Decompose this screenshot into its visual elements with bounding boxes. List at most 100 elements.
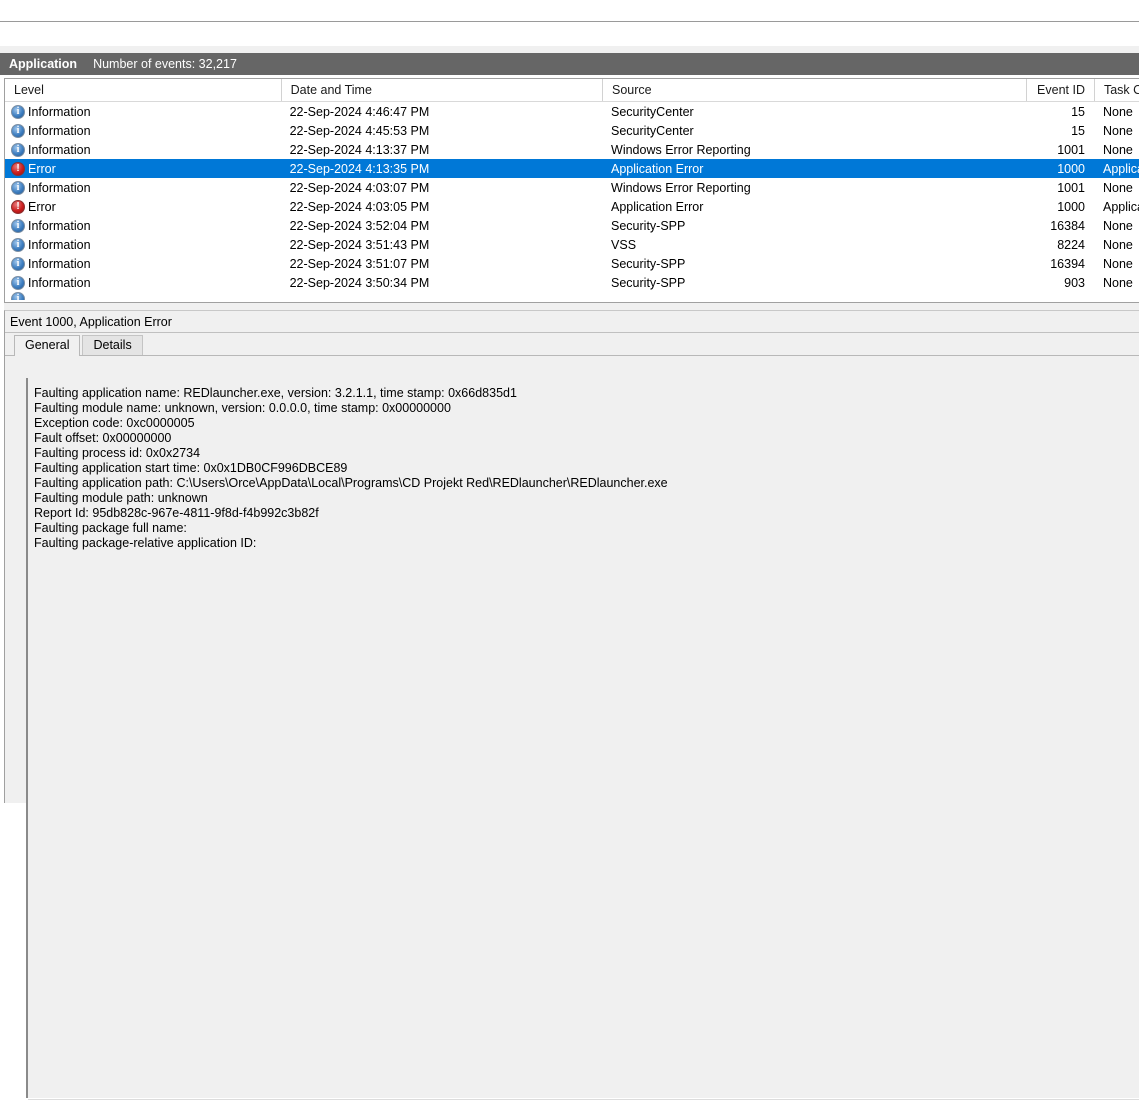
level-label: Information [28, 218, 91, 233]
table-row-partial[interactable] [5, 292, 1139, 300]
detail-line: Faulting application path: C:\Users\Orce… [34, 476, 668, 490]
table-row[interactable]: Error 22-Sep-2024 4:13:35 PM Application E… [5, 159, 1139, 178]
event-detail-title: Event 1000, Application Error [5, 311, 1139, 333]
cell-task-category: None [1103, 218, 1133, 233]
cell-level: Error [5, 199, 281, 214]
cell-event-id: 15 [1071, 104, 1085, 119]
detail-line: Faulting module name: unknown, version: … [34, 401, 451, 415]
cell-event-id: 1000 [1057, 199, 1085, 214]
cell-event-id: 1001 [1057, 142, 1085, 157]
cell-task-category: None [1103, 180, 1133, 195]
error-icon [11, 161, 25, 176]
cell-task-category: None [1103, 275, 1133, 290]
information-icon [11, 292, 25, 300]
events-column-header-row: LevelDate and TimeSourceEvent IDTask Cat [5, 79, 1139, 102]
cell-task-category: None [1103, 123, 1133, 138]
column-header-source[interactable]: Source [602, 79, 1026, 101]
log-name-label: Application [9, 57, 78, 71]
level-label: Information [28, 275, 91, 290]
table-row[interactable]: Information 22-Sep-2024 4:46:47 PM Securit… [5, 102, 1139, 121]
cell-level: Information [5, 142, 281, 157]
event-count-label: Number of events: 32,217 [93, 57, 237, 71]
cell-source: SecurityCenter [611, 104, 694, 119]
cell-task-category: None [1103, 237, 1133, 252]
detail-line: Faulting package full name: [34, 521, 187, 535]
cell-source: Security-SPP [611, 256, 686, 271]
table-row[interactable]: Information 22-Sep-2024 4:45:53 PM Securit… [5, 121, 1139, 140]
log-header-bar: Application Number of events: 32,217 [0, 53, 1139, 75]
top-toolbar-band [0, 0, 1139, 22]
level-label: Information [28, 237, 91, 252]
cell-event-id: 8224 [1057, 237, 1085, 252]
cell-datetime: 22-Sep-2024 3:50:34 PM [289, 275, 430, 290]
cell-event-id: 1001 [1057, 180, 1085, 195]
cell-event-id: 16384 [1050, 218, 1085, 233]
event-detail-text[interactable]: Faulting application name: REDlauncher.e… [26, 378, 1139, 1098]
table-row[interactable]: Information 22-Sep-2024 4:03:07 PM Windows… [5, 178, 1139, 197]
information-icon [11, 275, 25, 290]
detail-line: Faulting package-relative application ID… [34, 536, 257, 550]
cell-event-id: 15 [1071, 123, 1085, 138]
cell-source: Application Error [611, 199, 704, 214]
cell-level: Information [5, 180, 281, 195]
cell-event-id: 1000 [1057, 161, 1085, 176]
tab-details[interactable]: Details [82, 335, 143, 356]
horizontal-splitter[interactable] [4, 302, 1139, 310]
table-row[interactable]: Information 22-Sep-2024 3:51:07 PM Securit… [5, 254, 1139, 273]
table-row[interactable]: Information 22-Sep-2024 3:51:43 PM VSS 8224… [5, 235, 1139, 254]
tab-general[interactable]: General [14, 335, 81, 356]
cell-level: Information [5, 104, 281, 119]
level-label: Information [28, 104, 91, 119]
table-row[interactable]: Information 22-Sep-2024 3:50:34 PM Securit… [5, 273, 1139, 292]
detail-line: Faulting application start time: 0x0x1DB… [34, 461, 348, 475]
cell-source: Windows Error Reporting [611, 142, 751, 157]
detail-tab-strip[interactable]: General Details [5, 333, 1139, 356]
cell-event-id: 16394 [1050, 256, 1085, 271]
cell-datetime: 22-Sep-2024 4:45:53 PM [289, 123, 430, 138]
cell-source: Windows Error Reporting [611, 180, 751, 195]
column-header-event-id[interactable]: Event ID [1025, 79, 1094, 101]
cell-datetime: 22-Sep-2024 4:13:37 PM [289, 142, 430, 157]
secondary-toolbar-band [0, 23, 1139, 46]
cell-task-category: None [1103, 104, 1133, 119]
level-label: Information [28, 256, 91, 271]
cell-datetime: 22-Sep-2024 4:46:47 PM [289, 104, 430, 119]
cell-level: Information [5, 256, 281, 271]
level-label: Error [28, 161, 56, 176]
table-row[interactable]: Information 22-Sep-2024 4:13:37 PM Windows… [5, 140, 1139, 159]
cell-level: Information [5, 275, 281, 290]
detail-line: Exception code: 0xc0000005 [34, 416, 195, 430]
table-row[interactable]: Information 22-Sep-2024 3:52:04 PM Securit… [5, 216, 1139, 235]
error-icon [11, 199, 25, 214]
events-list-panel[interactable]: LevelDate and TimeSourceEvent IDTask Cat… [4, 78, 1139, 302]
tab-strip-underline [5, 355, 1139, 356]
detail-line: Faulting module path: unknown [34, 491, 208, 505]
detail-line: Fault offset: 0x00000000 [34, 431, 172, 445]
detail-line: Report Id: 95db828c-967e-4811-9f8d-f4b99… [34, 506, 319, 520]
information-icon [11, 123, 25, 138]
cell-task-category: Applica [1103, 199, 1139, 214]
level-label: Information [28, 180, 91, 195]
cell-source: SecurityCenter [611, 123, 694, 138]
detail-line: Faulting application name: REDlauncher.e… [34, 386, 517, 400]
cell-datetime: 22-Sep-2024 4:03:05 PM [289, 199, 430, 214]
column-header-task-category[interactable]: Task Cat [1093, 79, 1139, 101]
cell-datetime: 22-Sep-2024 3:51:43 PM [289, 237, 430, 252]
cell-datetime: 22-Sep-2024 3:52:04 PM [289, 218, 430, 233]
level-label: Error [28, 199, 56, 214]
cell-datetime: 22-Sep-2024 4:03:07 PM [289, 180, 430, 195]
events-row-container[interactable]: Information 22-Sep-2024 4:46:47 PM Securit… [5, 102, 1139, 292]
cell-source: Security-SPP [611, 275, 686, 290]
cell-source: Application Error [611, 161, 704, 176]
level-label: Information [28, 142, 91, 157]
cell-task-category: None [1103, 142, 1133, 157]
information-icon [11, 218, 25, 233]
table-row[interactable]: Error 22-Sep-2024 4:03:05 PM Application E… [5, 197, 1139, 216]
information-icon [11, 237, 25, 252]
cell-level: Error [5, 161, 281, 176]
information-icon [11, 180, 25, 195]
column-header-level[interactable]: Level [5, 79, 281, 101]
toolbar-spacer [0, 46, 1139, 53]
column-header-datetime[interactable]: Date and Time [280, 79, 602, 101]
cell-task-category: Applica [1103, 161, 1139, 176]
